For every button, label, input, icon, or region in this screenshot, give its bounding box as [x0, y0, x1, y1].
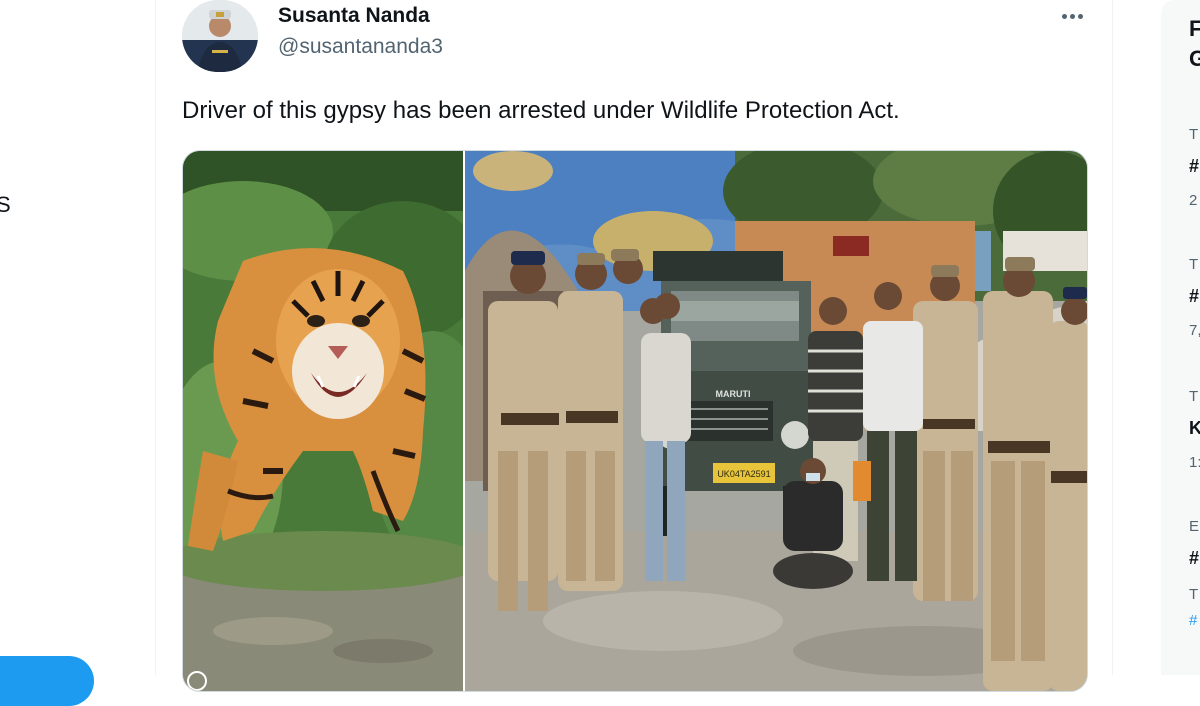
- tweet-media[interactable]: MARUTI UK04TA2591: [182, 150, 1088, 692]
- trend-count: 1:: [1189, 454, 1200, 471]
- tiger-photo: [183, 151, 493, 691]
- trend-context: T: [1189, 388, 1199, 405]
- trends-sidebar: F G T # 2 T # 7, T K 1: E # T #: [1161, 0, 1200, 675]
- trend-context: E: [1189, 518, 1200, 535]
- post-button[interactable]: [0, 656, 94, 706]
- arrest-photo: MARUTI UK04TA2591: [465, 151, 1087, 691]
- trend-name[interactable]: K: [1189, 418, 1200, 439]
- jeep-brand: MARUTI: [716, 389, 751, 399]
- trend-count: 2: [1189, 192, 1198, 209]
- trend-count: 7,: [1189, 322, 1200, 339]
- tweet-text: Driver of this gypsy has been arrested u…: [182, 97, 900, 124]
- trend-count: T: [1189, 586, 1199, 603]
- author-name[interactable]: Susanta Nanda: [278, 4, 430, 28]
- trend-name[interactable]: #: [1189, 286, 1199, 307]
- jeep-plate: UK04TA2591: [717, 469, 770, 479]
- trend-context: T: [1189, 256, 1199, 273]
- nav-item-label[interactable]: S: [0, 192, 11, 218]
- avatar[interactable]: [182, 0, 258, 72]
- author-handle[interactable]: @susantananda3: [278, 35, 443, 59]
- trend-name[interactable]: #: [1189, 156, 1199, 177]
- tweet-column: Susanta Nanda @susantananda3 Driver of t…: [155, 0, 1113, 692]
- left-navigation: S: [0, 0, 155, 706]
- more-options-icon[interactable]: [1056, 2, 1088, 30]
- trend-context: T: [1189, 126, 1199, 143]
- trends-title-line2: G: [1189, 46, 1200, 71]
- trend-link[interactable]: #: [1189, 612, 1197, 629]
- trend-name[interactable]: #: [1189, 548, 1199, 569]
- trends-title-line1: F: [1189, 16, 1200, 41]
